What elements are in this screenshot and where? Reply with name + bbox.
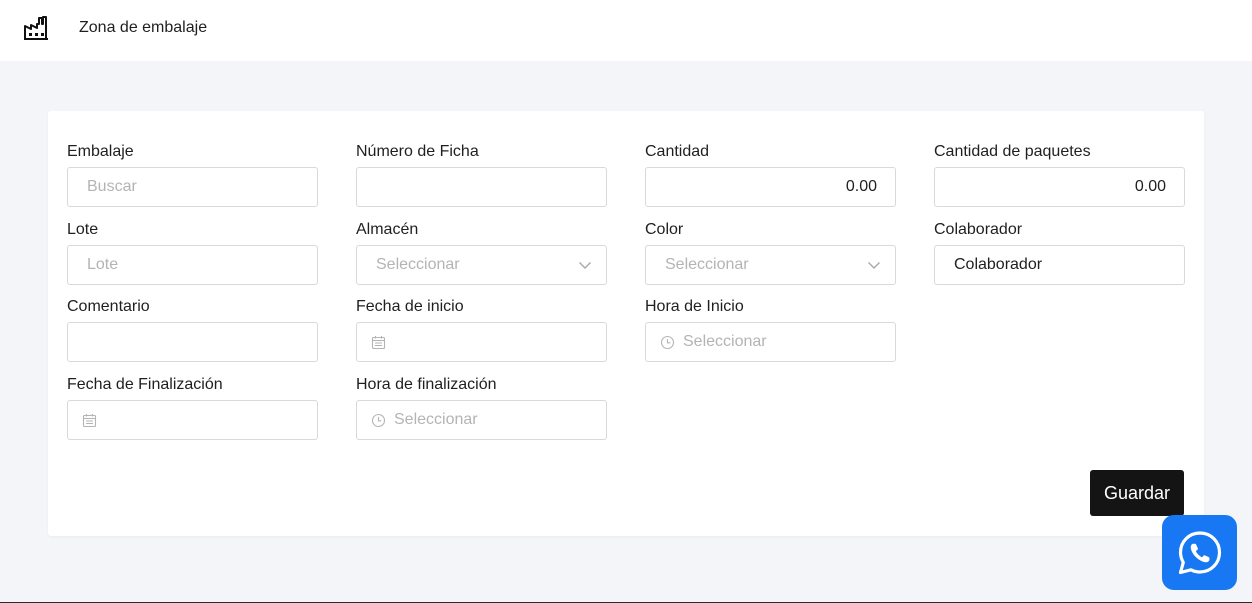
colaborador-input[interactable]: Colaborador [934,245,1185,285]
clock-icon [660,335,675,350]
numero-ficha-input[interactable] [356,167,607,207]
lote-input[interactable]: Lote [67,245,318,285]
lote-label: Lote [67,221,99,238]
almacen-select[interactable]: Seleccionar [356,245,607,285]
fecha-fin-label: Fecha de Finalización [67,376,223,393]
hora-inicio-label: Hora de Inicio [645,298,744,315]
chevron-down-icon [868,262,880,269]
field-embalaje: Embalaje Buscar [67,142,318,207]
field-colaborador: Colaborador Colaborador [934,220,1185,285]
hora-fin-placeholder: Seleccionar [394,411,478,428]
calendar-icon [82,414,97,428]
cantidad-paquetes-value: 0.00 [1134,178,1166,195]
field-fecha-fin: Fecha de Finalización [67,375,318,440]
embalaje-search-input[interactable]: Buscar [67,167,318,207]
packing-form-card: Embalaje Buscar Número de Ficha Cantidad… [48,111,1204,536]
field-cantidad: Cantidad 0.00 [645,142,896,207]
field-comentario: Comentario [67,297,318,362]
field-hora-fin: Hora de finalización Seleccionar [356,375,607,440]
hora-inicio-timepicker[interactable]: Seleccionar [645,322,896,362]
colaborador-value: Colaborador [954,256,1043,273]
color-label: Color [645,221,684,238]
field-lote: Lote Lote [67,220,318,285]
whatsapp-chat-button[interactable] [1162,515,1237,590]
hora-inicio-placeholder: Seleccionar [683,333,767,350]
comentario-input[interactable] [67,322,318,362]
fecha-inicio-datepicker[interactable] [356,322,607,362]
colaborador-label: Colaborador [934,221,1023,238]
hora-fin-timepicker[interactable]: Seleccionar [356,400,607,440]
fecha-fin-datepicker[interactable] [67,400,318,440]
numero-ficha-label: Número de Ficha [356,143,479,160]
field-hora-inicio: Hora de Inicio Seleccionar [645,297,896,362]
embalaje-label: Embalaje [67,143,134,160]
hora-fin-label: Hora de finalización [356,376,497,393]
top-bar: Zona de embalaje [0,0,1252,61]
cantidad-label: Cantidad [645,143,710,160]
field-numero-ficha: Número de Ficha [356,142,607,207]
field-fecha-inicio: Fecha de inicio [356,297,607,362]
whatsapp-icon [1178,530,1221,574]
embalaje-placeholder: Buscar [87,178,137,195]
chevron-down-icon [579,262,591,269]
save-button[interactable]: Guardar [1090,470,1184,516]
comentario-label: Comentario [67,298,150,315]
lote-placeholder: Lote [87,256,119,273]
cantidad-value: 0.00 [845,178,877,195]
field-almacen: Almacén Seleccionar [356,220,607,285]
almacen-label: Almacén [356,221,419,238]
cantidad-paquetes-input[interactable]: 0.00 [934,167,1185,207]
color-placeholder: Seleccionar [665,256,749,273]
almacen-placeholder: Seleccionar [376,256,460,273]
factory-icon [24,16,48,40]
cantidad-input[interactable]: 0.00 [645,167,896,207]
color-select[interactable]: Seleccionar [645,245,896,285]
calendar-icon [371,336,386,350]
field-color: Color Seleccionar [645,220,896,285]
fecha-inicio-label: Fecha de inicio [356,298,464,315]
cantidad-paquetes-label: Cantidad de paquetes [934,143,1091,160]
field-cantidad-paquetes: Cantidad de paquetes 0.00 [934,142,1185,207]
clock-icon [371,413,386,428]
page-title: Zona de embalaje [79,19,208,36]
